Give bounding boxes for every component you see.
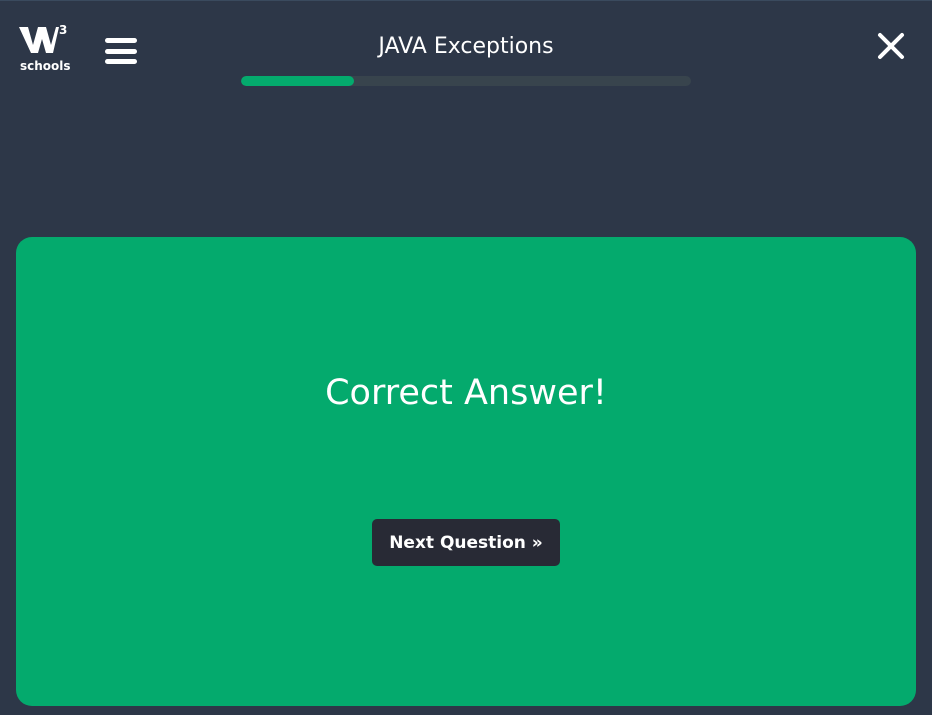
menu-bar [105, 38, 137, 43]
w3schools-logo[interactable]: 3 schools [19, 23, 75, 75]
close-icon [878, 33, 904, 59]
result-card: Correct Answer! Next Question » [16, 237, 916, 706]
result-message: Correct Answer! [325, 373, 607, 413]
quiz-app: 3 schools JAVA Exceptions Correct Answer… [0, 0, 932, 715]
menu-bar [105, 48, 137, 54]
quiz-progress-bar [241, 76, 691, 86]
logo-wordmark: schools [20, 59, 71, 73]
quiz-title: JAVA Exceptions [378, 34, 554, 59]
logo-superscript: 3 [59, 23, 68, 37]
menu-bar [105, 59, 137, 64]
close-button[interactable] [876, 31, 906, 61]
hamburger-menu-icon[interactable] [105, 38, 137, 64]
quiz-progress-fill [241, 76, 354, 86]
next-question-button[interactable]: Next Question » [372, 519, 560, 566]
w3schools-logo-icon [19, 27, 59, 53]
